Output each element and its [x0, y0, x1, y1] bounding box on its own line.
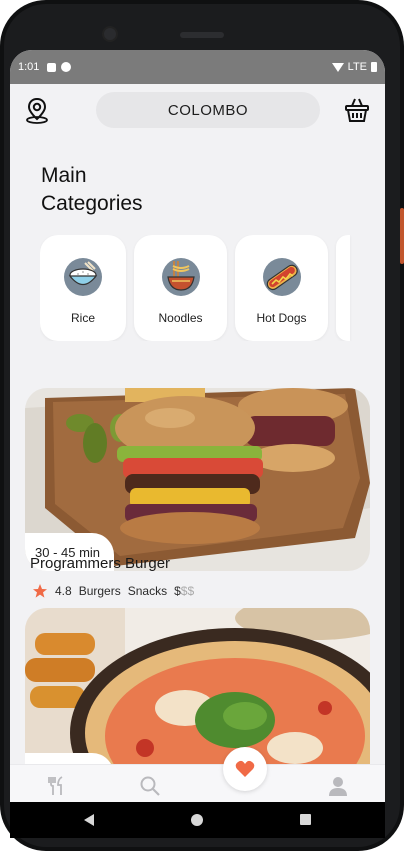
back-icon[interactable]	[84, 814, 94, 826]
city-selector[interactable]: COLOMBO	[96, 92, 320, 128]
location-pin-icon[interactable]	[24, 96, 50, 124]
category-label: Hot Dogs	[256, 311, 307, 325]
earpiece	[180, 32, 224, 38]
recent-apps-icon[interactable]	[300, 814, 311, 825]
restaurant-rating: 4.8	[55, 584, 72, 598]
home-icon[interactable]	[191, 814, 203, 826]
category-noodles[interactable]: Noodles	[134, 235, 227, 341]
restaurant-card[interactable]: 30 - 45 min	[25, 388, 370, 571]
notification-icon	[47, 62, 57, 72]
price-inactive: $$	[180, 584, 195, 598]
restaurant-tag: Burgers	[78, 584, 121, 598]
network-type: LTE	[347, 61, 367, 73]
status-bar: 1:01 LTE	[10, 50, 385, 84]
categories-title-line2: Categories	[41, 192, 143, 215]
restaurant-meta: 4.8 Burgers Snacks $$$	[32, 583, 194, 599]
app-notification-icon	[61, 62, 72, 72]
app-header: COLOMBO	[10, 84, 385, 136]
system-navigation-bar	[10, 802, 385, 838]
status-indicators: LTE	[331, 61, 377, 73]
search-icon[interactable]	[139, 775, 161, 797]
restaurant-icon[interactable]	[46, 775, 68, 797]
basket-icon[interactable]	[344, 96, 370, 124]
rice-bowl-icon	[64, 258, 102, 296]
profile-icon[interactable]	[327, 775, 349, 797]
battery-icon	[371, 62, 377, 72]
category-label: Noodles	[158, 311, 203, 325]
app-screen: 1:01 LTE COLOMBO Main Categories Rice No…	[10, 50, 385, 838]
category-next-peek[interactable]	[336, 235, 350, 341]
bottom-navigation	[10, 747, 385, 802]
phone-frame: 1:01 LTE COLOMBO Main Categories Rice No…	[0, 0, 404, 851]
restaurant-price: $$$	[174, 584, 194, 598]
category-label: Rice	[70, 311, 95, 325]
categories-title-line1: Main	[41, 164, 87, 187]
categories-title: Main Categories	[41, 162, 241, 218]
restaurant-tag: Snacks	[127, 584, 168, 598]
front-camera	[102, 26, 118, 42]
star-icon	[33, 584, 47, 598]
status-time: 1:01	[18, 61, 40, 73]
restaurant-name[interactable]: Programmers Burger	[30, 555, 170, 572]
noodles-bowl-icon	[161, 258, 200, 296]
favorites-heart-icon[interactable]	[223, 747, 267, 791]
wifi-icon	[331, 62, 344, 72]
category-hot-dogs[interactable]: Hot Dogs	[235, 235, 328, 341]
power-button	[400, 208, 404, 264]
hot-dog-icon	[262, 258, 301, 296]
price-active: $	[174, 584, 181, 598]
categories-list: Rice Noodles Hot Dogs	[40, 235, 385, 341]
category-rice[interactable]: Rice	[40, 235, 126, 341]
